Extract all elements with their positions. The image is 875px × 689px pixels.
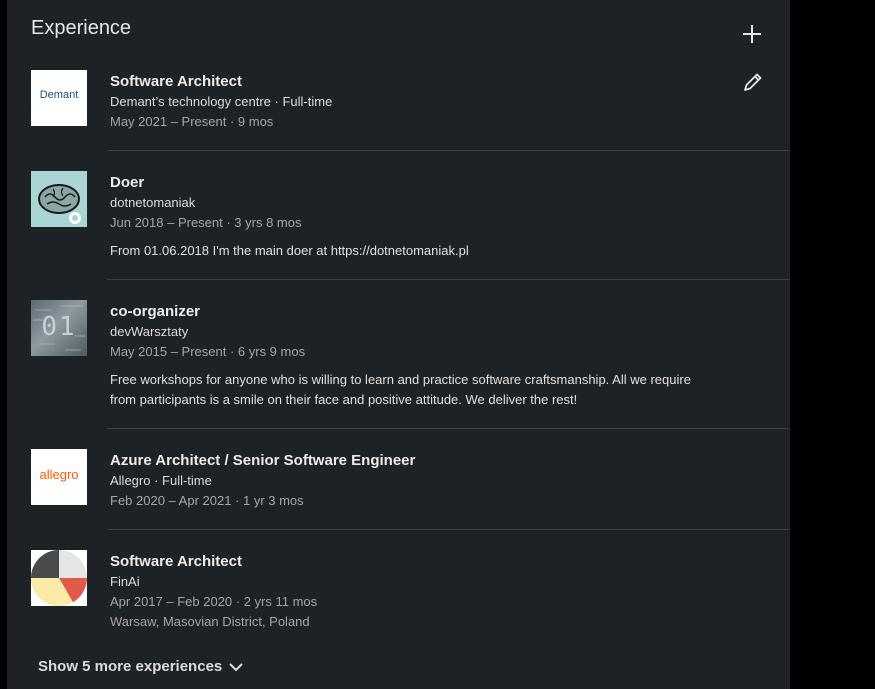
experience-section: Experience Demant Software Architect Dem… (7, 0, 790, 689)
edit-experience-button[interactable] (741, 70, 765, 94)
divider (107, 150, 790, 151)
job-title[interactable]: Azure Architect / Senior Software Engine… (110, 451, 730, 471)
company-name: Allegro · Full-time (110, 473, 212, 488)
show-more-experiences-button[interactable]: Show 5 more experiences (38, 658, 244, 675)
divider (107, 529, 790, 530)
add-experience-button[interactable] (740, 22, 764, 46)
job-title[interactable]: Software Architect (110, 72, 730, 92)
job-description: Free workshops for anyone who is willing… (110, 372, 691, 407)
section-title: Experience (31, 17, 132, 39)
job-dates: Jun 2018 – Present · 3 yrs 8 mos (110, 215, 302, 230)
divider (107, 279, 790, 280)
dotnetomaniak-logo[interactable] (31, 171, 87, 227)
company-name: dotnetomaniak (110, 195, 196, 210)
job-dates: May 2021 – Present · 9 mos (110, 114, 274, 129)
job-location: Warsaw, Masovian District, Poland (110, 614, 310, 629)
devwarsztaty-logo-text: 01 (41, 312, 77, 342)
pencil-icon (744, 73, 762, 91)
company-name: Demant’s technology centre · Full-time (110, 94, 333, 109)
job-description: From 01.06.2018 I'm the main doer at htt… (110, 243, 469, 258)
brain-icon (38, 184, 81, 224)
demant-logo[interactable]: Demant (31, 70, 87, 126)
show-more-label: Show 5 more experiences (38, 658, 223, 675)
allegro-logo-text: allegro (39, 467, 79, 482)
company-name: devWarsztaty (110, 324, 189, 339)
chevron-down-icon (229, 663, 244, 672)
demant-logo-text: Demant (39, 89, 79, 101)
job-dates: Feb 2020 – Apr 2021 · 1 yr 3 mos (110, 493, 304, 508)
pie-logo-icon (31, 550, 87, 606)
plus-icon (743, 25, 761, 43)
job-title[interactable]: Software Architect (110, 552, 730, 572)
finai-logo[interactable] (31, 550, 87, 606)
job-title[interactable]: Doer (110, 173, 730, 193)
company-name: FinAi (110, 574, 140, 589)
allegro-logo[interactable]: allegro (31, 449, 87, 505)
job-title[interactable]: co-organizer (110, 302, 730, 322)
divider (107, 428, 790, 429)
job-dates: May 2015 – Present · 6 yrs 9 mos (110, 344, 306, 359)
job-dates: Apr 2017 – Feb 2020 · 2 yrs 11 mos (110, 594, 318, 609)
devwarsztaty-logo[interactable]: 01 (31, 300, 87, 356)
